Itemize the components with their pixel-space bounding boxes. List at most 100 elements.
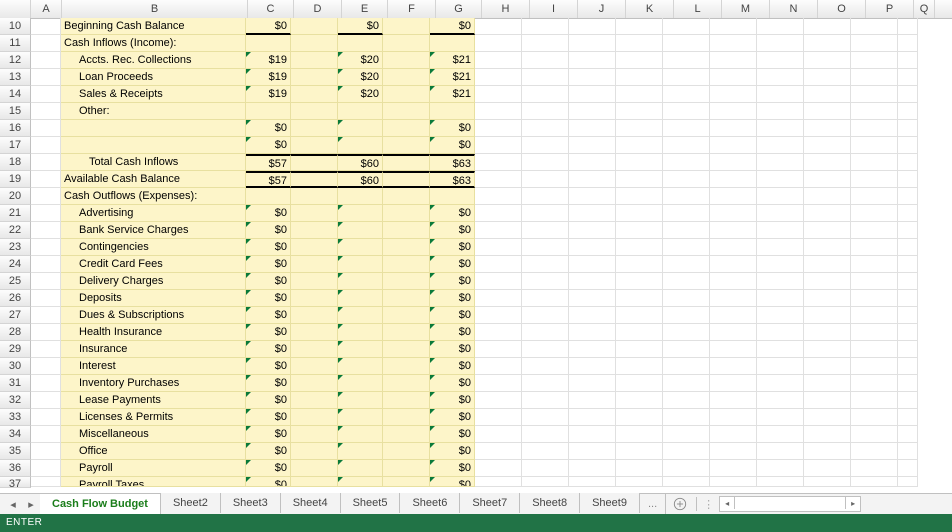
cell-E15[interactable]	[338, 103, 383, 120]
cell-D15[interactable]	[291, 103, 338, 120]
cell-F10[interactable]	[383, 18, 430, 35]
cell-P11[interactable]	[851, 35, 898, 52]
cell-B22[interactable]: Bank Service Charges	[61, 222, 246, 239]
row-header-27[interactable]: 27	[0, 307, 31, 324]
cell-G29[interactable]: $0	[430, 341, 475, 358]
tab-more[interactable]: ...	[640, 494, 666, 514]
cell-P18[interactable]	[851, 154, 898, 171]
cell-O10[interactable]	[804, 18, 851, 35]
cell-L21[interactable]	[663, 205, 710, 222]
cell-E16[interactable]	[338, 120, 383, 137]
cell-P14[interactable]	[851, 86, 898, 103]
scroll-right-icon[interactable]: ▸	[845, 497, 860, 509]
tab-nav-next-icon[interactable]: ▸	[22, 495, 40, 513]
cell-O36[interactable]	[804, 460, 851, 477]
cell-F21[interactable]	[383, 205, 430, 222]
cell-I23[interactable]	[522, 239, 569, 256]
col-header-E[interactable]: E	[342, 0, 388, 18]
cell-A37[interactable]	[31, 477, 61, 487]
cell-Q22[interactable]	[898, 222, 918, 239]
cell-G34[interactable]: $0	[430, 426, 475, 443]
cell-A30[interactable]	[31, 358, 61, 375]
cell-O23[interactable]	[804, 239, 851, 256]
cell-J19[interactable]	[569, 171, 616, 188]
cell-E26[interactable]	[338, 290, 383, 307]
cell-Q31[interactable]	[898, 375, 918, 392]
cell-D33[interactable]	[291, 409, 338, 426]
cell-M17[interactable]	[710, 137, 757, 154]
cell-L17[interactable]	[663, 137, 710, 154]
cell-C20[interactable]	[246, 188, 291, 205]
cell-N13[interactable]	[757, 69, 804, 86]
cell-L31[interactable]	[663, 375, 710, 392]
cell-F36[interactable]	[383, 460, 430, 477]
col-header-B[interactable]: B	[62, 0, 248, 18]
cell-A21[interactable]	[31, 205, 61, 222]
cell-N21[interactable]	[757, 205, 804, 222]
cell-E35[interactable]	[338, 443, 383, 460]
cell-H28[interactable]	[475, 324, 522, 341]
cell-K15[interactable]	[616, 103, 663, 120]
cell-G37[interactable]: $0	[430, 477, 475, 487]
cell-N26[interactable]	[757, 290, 804, 307]
cell-I12[interactable]	[522, 52, 569, 69]
cell-K33[interactable]	[616, 409, 663, 426]
cell-A25[interactable]	[31, 273, 61, 290]
cell-N28[interactable]	[757, 324, 804, 341]
cell-I18[interactable]	[522, 154, 569, 171]
cell-B25[interactable]: Delivery Charges	[61, 273, 246, 290]
row-header-24[interactable]: 24	[0, 256, 31, 273]
cell-P21[interactable]	[851, 205, 898, 222]
cell-B32[interactable]: Lease Payments	[61, 392, 246, 409]
cell-D34[interactable]	[291, 426, 338, 443]
row-header-25[interactable]: 25	[0, 273, 31, 290]
cell-F19[interactable]	[383, 171, 430, 188]
cell-H26[interactable]	[475, 290, 522, 307]
cell-F26[interactable]	[383, 290, 430, 307]
cell-J37[interactable]	[569, 477, 616, 487]
sheet-tab[interactable]: Sheet2	[161, 493, 221, 513]
cell-K24[interactable]	[616, 256, 663, 273]
cell-N27[interactable]	[757, 307, 804, 324]
cell-N32[interactable]	[757, 392, 804, 409]
cell-G27[interactable]: $0	[430, 307, 475, 324]
cell-P26[interactable]	[851, 290, 898, 307]
cell-Q26[interactable]	[898, 290, 918, 307]
cell-F34[interactable]	[383, 426, 430, 443]
cell-F37[interactable]	[383, 477, 430, 487]
cell-K31[interactable]	[616, 375, 663, 392]
cell-K22[interactable]	[616, 222, 663, 239]
cell-K32[interactable]	[616, 392, 663, 409]
cell-B29[interactable]: Insurance	[61, 341, 246, 358]
col-header-M[interactable]: M	[722, 0, 770, 18]
cell-J18[interactable]	[569, 154, 616, 171]
cell-H33[interactable]	[475, 409, 522, 426]
cell-C15[interactable]	[246, 103, 291, 120]
cell-Q29[interactable]	[898, 341, 918, 358]
cell-G25[interactable]: $0	[430, 273, 475, 290]
cell-Q14[interactable]	[898, 86, 918, 103]
cell-A31[interactable]	[31, 375, 61, 392]
cell-I37[interactable]	[522, 477, 569, 487]
cell-I26[interactable]	[522, 290, 569, 307]
cell-Q27[interactable]	[898, 307, 918, 324]
cell-F11[interactable]	[383, 35, 430, 52]
cell-M26[interactable]	[710, 290, 757, 307]
cell-E24[interactable]	[338, 256, 383, 273]
cell-C14[interactable]: $19	[246, 86, 291, 103]
cell-D27[interactable]	[291, 307, 338, 324]
cell-K17[interactable]	[616, 137, 663, 154]
cell-N25[interactable]	[757, 273, 804, 290]
cell-H37[interactable]	[475, 477, 522, 487]
cell-L28[interactable]	[663, 324, 710, 341]
cell-Q10[interactable]	[898, 18, 918, 35]
cell-L11[interactable]	[663, 35, 710, 52]
cell-A26[interactable]	[31, 290, 61, 307]
cell-O30[interactable]	[804, 358, 851, 375]
cell-F18[interactable]	[383, 154, 430, 171]
cell-L22[interactable]	[663, 222, 710, 239]
cell-I24[interactable]	[522, 256, 569, 273]
cell-C34[interactable]: $0	[246, 426, 291, 443]
cell-Q33[interactable]	[898, 409, 918, 426]
cell-A18[interactable]	[31, 154, 61, 171]
